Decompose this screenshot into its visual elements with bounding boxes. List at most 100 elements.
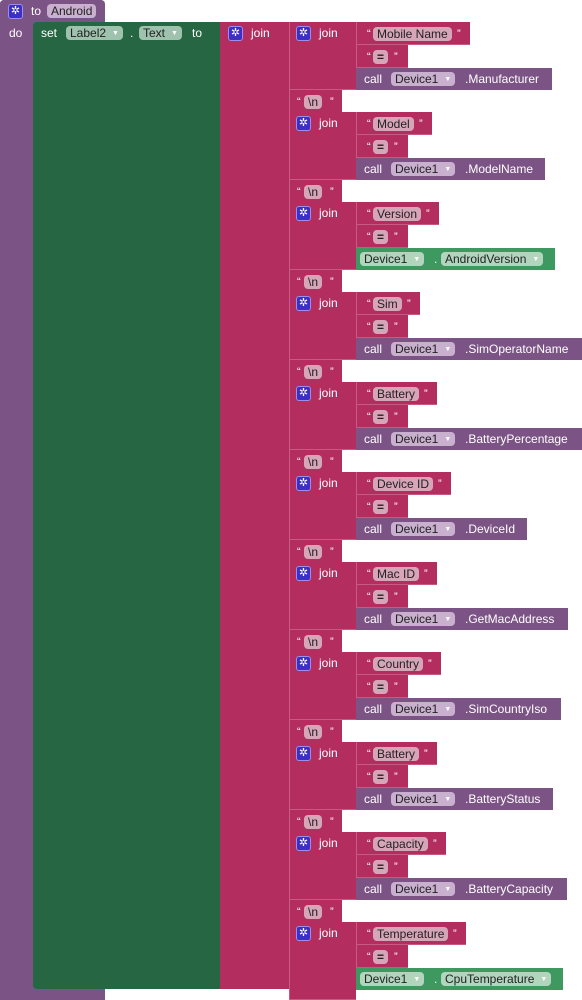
property-dropdown[interactable]: Text ▼: [139, 26, 182, 40]
method-name: .BatteryPercentage: [465, 432, 568, 446]
call-keyword: call: [364, 882, 383, 896]
dropdown-arrow-icon: ▼: [413, 255, 421, 263]
text-field[interactable]: Capacity: [373, 837, 428, 851]
outer-join-label: join: [251, 26, 270, 40]
set-label-text-block[interactable]: [33, 22, 220, 989]
newline-field[interactable]: \n: [304, 95, 323, 109]
gear-icon[interactable]: ✲: [296, 386, 311, 401]
component-dropdown[interactable]: Device1 ▼: [391, 882, 456, 896]
component-dropdown[interactable]: Label2 ▼: [66, 26, 123, 40]
dot-separator: .: [434, 972, 438, 986]
newline-field[interactable]: \n: [304, 905, 323, 919]
close-quote: ”: [394, 321, 398, 333]
text-field[interactable]: Model: [373, 117, 414, 131]
open-quote: “: [367, 321, 371, 333]
component-dropdown[interactable]: Device1 ▼: [391, 432, 456, 446]
text-field[interactable]: Mac ID: [373, 567, 420, 581]
close-quote: ”: [426, 208, 430, 220]
property-dropdown[interactable]: AndroidVersion ▼: [441, 252, 544, 266]
close-quote: ”: [394, 141, 398, 153]
procedure-name-field[interactable]: Android: [47, 4, 97, 18]
close-quote: ”: [428, 658, 432, 670]
equals-field[interactable]: =: [373, 950, 389, 964]
equals-field[interactable]: =: [373, 410, 389, 424]
property-dropdown[interactable]: CpuTemperature ▼: [441, 972, 552, 986]
equals-field[interactable]: =: [373, 50, 389, 64]
call-keyword: call: [364, 342, 383, 356]
dropdown-arrow-icon: ▼: [444, 705, 452, 713]
newline-field[interactable]: \n: [304, 185, 323, 199]
dropdown-arrow-icon: ▼: [444, 435, 452, 443]
gear-icon[interactable]: ✲: [296, 656, 311, 671]
gear-icon[interactable]: ✲: [296, 116, 311, 131]
equals-field[interactable]: =: [373, 500, 389, 514]
text-field[interactable]: Battery: [373, 747, 420, 761]
newline-field[interactable]: \n: [304, 365, 323, 379]
dropdown-arrow-icon: ▼: [532, 255, 540, 263]
close-quote: ”: [394, 771, 398, 783]
component-dropdown[interactable]: Device1 ▼: [391, 792, 456, 806]
component-dropdown[interactable]: Device1 ▼: [360, 972, 425, 986]
text-field[interactable]: Country: [373, 657, 424, 671]
dropdown-arrow-icon: ▼: [112, 29, 119, 37]
text-field[interactable]: Sim: [373, 297, 402, 311]
procedure-do-keyword: do: [9, 26, 23, 40]
component-name: Device1: [395, 72, 439, 86]
component-dropdown[interactable]: Device1 ▼: [391, 702, 456, 716]
newline-field[interactable]: \n: [304, 635, 323, 649]
open-quote: “: [367, 951, 371, 963]
dropdown-arrow-icon: ▼: [540, 975, 548, 983]
gear-icon[interactable]: ✲: [296, 26, 311, 41]
text-field[interactable]: Device ID: [373, 477, 434, 491]
method-name: .BatteryCapacity: [465, 882, 554, 896]
equals-field[interactable]: =: [373, 680, 389, 694]
gear-icon[interactable]: ✲: [296, 206, 311, 221]
open-quote: “: [367, 141, 371, 153]
newline-field[interactable]: \n: [304, 545, 323, 559]
newline-field[interactable]: \n: [304, 455, 323, 469]
gear-icon[interactable]: ✲: [296, 926, 311, 941]
close-quote: ”: [330, 636, 334, 648]
open-quote: “: [367, 28, 371, 40]
newline-field[interactable]: \n: [304, 725, 323, 739]
text-field[interactable]: Battery: [373, 387, 420, 401]
dropdown-arrow-icon: ▼: [171, 29, 178, 37]
property-name: CpuTemperature: [445, 972, 535, 986]
gear-icon[interactable]: ✲: [296, 836, 311, 851]
call-keyword: call: [364, 702, 383, 716]
open-quote: “: [367, 411, 371, 423]
close-quote: ”: [394, 861, 398, 873]
text-field[interactable]: Version: [373, 207, 422, 221]
component-dropdown[interactable]: Device1 ▼: [391, 162, 456, 176]
gear-icon[interactable]: ✲: [8, 4, 23, 19]
equals-field[interactable]: =: [373, 770, 389, 784]
component-dropdown[interactable]: Device1 ▼: [391, 72, 456, 86]
component-dropdown[interactable]: Device1 ▼: [391, 342, 456, 356]
inner-join-label: join: [319, 836, 338, 850]
close-quote: ”: [394, 951, 398, 963]
equals-field[interactable]: =: [373, 140, 389, 154]
equals-field[interactable]: =: [373, 860, 389, 874]
property-name: Text: [143, 26, 166, 40]
gear-icon[interactable]: ✲: [296, 746, 311, 761]
gear-icon[interactable]: ✲: [228, 26, 243, 41]
outer-join-block[interactable]: [220, 22, 289, 989]
equals-field[interactable]: =: [373, 230, 389, 244]
gear-icon[interactable]: ✲: [296, 476, 311, 491]
open-quote: “: [297, 366, 301, 378]
equals-field[interactable]: =: [373, 320, 389, 334]
method-name: .GetMacAddress: [465, 612, 555, 626]
text-field[interactable]: Mobile Name: [373, 27, 452, 41]
newline-field[interactable]: \n: [304, 275, 323, 289]
method-name: .Manufacturer: [465, 72, 540, 86]
text-field[interactable]: Temperature: [373, 927, 449, 941]
gear-icon[interactable]: ✲: [296, 566, 311, 581]
newline-field[interactable]: \n: [304, 815, 323, 829]
close-quote: ”: [330, 366, 334, 378]
component-dropdown[interactable]: Device1 ▼: [391, 612, 456, 626]
component-dropdown[interactable]: Device1 ▼: [391, 522, 456, 536]
gear-icon[interactable]: ✲: [296, 296, 311, 311]
component-dropdown[interactable]: Device1 ▼: [360, 252, 425, 266]
equals-field[interactable]: =: [373, 590, 389, 604]
close-quote: ”: [394, 231, 398, 243]
